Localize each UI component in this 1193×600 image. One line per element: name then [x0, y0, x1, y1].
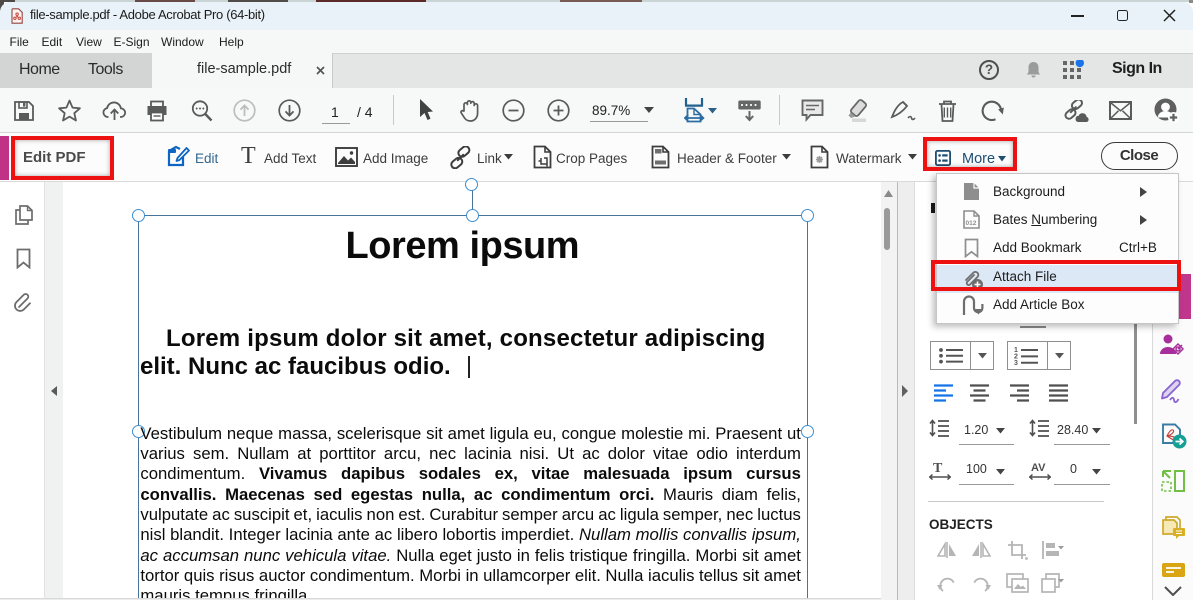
svg-text:T: T — [933, 461, 943, 476]
svg-text:012: 012 — [966, 220, 977, 227]
svg-text:3: 3 — [1014, 360, 1018, 365]
svg-text:AV: AV — [1031, 462, 1046, 474]
